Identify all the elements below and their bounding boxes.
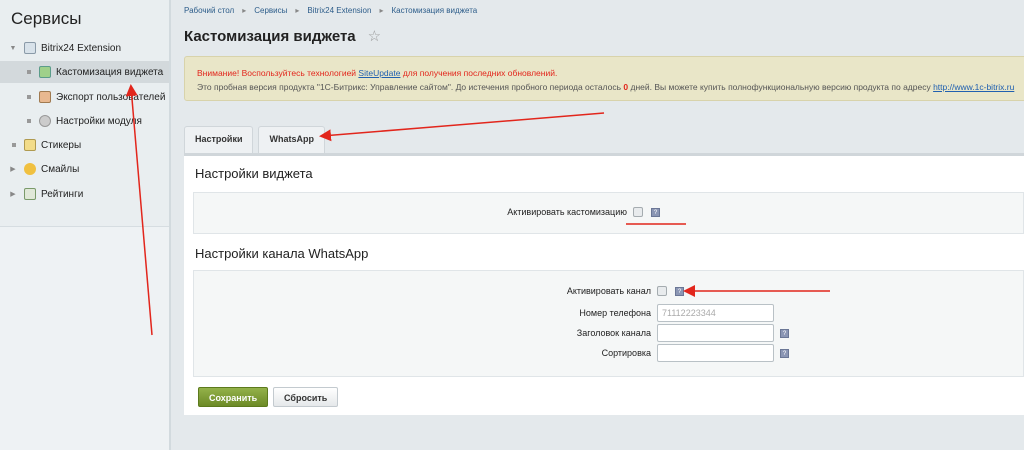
annotation-arrow (322, 113, 604, 136)
expand-triangle-icon[interactable]: ▼ (8, 45, 18, 52)
phone-input[interactable]: 71112223344 (657, 304, 774, 322)
sidebar-empty-area (0, 226, 169, 450)
page-title: Кастомизация виджета (184, 28, 356, 45)
section-title-whatsapp: Настройки канала WhatsApp (195, 246, 368, 261)
sidebar-item-label: Bitrix24 Extension (41, 43, 121, 54)
sort-input[interactable] (657, 344, 774, 362)
star-icon[interactable]: ☆ (368, 28, 381, 45)
sidebar-item-bitrix24-extension[interactable]: ▼ Bitrix24 Extension (0, 37, 169, 59)
users-export-icon (39, 91, 51, 103)
expand-triangle-icon[interactable]: ▶ (8, 165, 18, 173)
sidebar: Сервисы ▼ Bitrix24 Extension Кастомизация… (0, 0, 171, 450)
smiley-icon (24, 163, 36, 175)
widget-settings-box: Активировать кастомизацию ? (193, 192, 1024, 234)
bitrix24-calendar-icon (24, 42, 36, 54)
phone-label: Номер телефона (481, 308, 651, 318)
sidebar-item-export-users[interactable]: Экспорт пользователей (0, 86, 169, 108)
sidebar-item-label: Смайлы (41, 164, 79, 175)
breadcrumb-separator-icon: ▸ (242, 6, 246, 15)
expand-triangle-icon[interactable]: ▶ (8, 190, 18, 198)
sidebar-item-ratings[interactable]: ▶ Рейтинги (0, 183, 169, 205)
bullet-icon (27, 70, 31, 74)
sidebar-item-smiles[interactable]: ▶ Смайлы (0, 158, 169, 180)
chat-bubbles-icon (39, 66, 51, 78)
help-icon[interactable]: ? (780, 349, 789, 358)
buy-link[interactable]: http://www.1c-bitrix.ru (933, 82, 1014, 92)
trial-notice: Внимание! Воспользуйтесь технологией Sit… (184, 56, 1024, 101)
channel-header-label: Заголовок канала (481, 328, 651, 338)
section-title-widget: Настройки виджета (195, 166, 313, 181)
help-icon[interactable]: ? (675, 287, 684, 296)
bullet-icon (12, 143, 16, 147)
sidebar-item-label: Настройки модуля (56, 116, 142, 127)
activate-customization-label: Активировать кастомизацию (457, 207, 627, 217)
channel-header-input[interactable] (657, 324, 774, 342)
help-icon[interactable]: ? (780, 329, 789, 338)
gear-icon (39, 115, 51, 127)
sidebar-title: Сервисы (11, 9, 81, 29)
sidebar-item-label: Экспорт пользователей (56, 92, 165, 103)
help-icon[interactable]: ? (651, 208, 660, 217)
whatsapp-settings-box: Активировать канал? Номер телефона 711122… (193, 270, 1024, 377)
notice-warning-text: Внимание! Воспользуйтесь технологией (197, 68, 358, 78)
sidebar-item-module-settings[interactable]: Настройки модуля (0, 110, 169, 132)
rating-icon (24, 188, 36, 200)
breadcrumb-separator-icon: ▸ (379, 6, 383, 15)
bullet-icon (27, 119, 31, 123)
breadcrumb-link[interactable]: Рабочий стол (184, 6, 234, 15)
sidebar-item-label: Рейтинги (41, 189, 83, 200)
bullet-icon (27, 95, 31, 99)
breadcrumb-separator-icon: ▸ (295, 6, 299, 15)
sidebar-item-stickers[interactable]: Стикеры (0, 134, 169, 156)
reset-button[interactable]: Сбросить (273, 387, 338, 407)
sidebar-item-widget-customization[interactable]: Кастомизация виджета (0, 61, 169, 83)
activate-customization-checkbox[interactable] (633, 207, 643, 217)
sidebar-item-label: Кастомизация виджета (56, 67, 163, 78)
sort-label: Сортировка (481, 348, 651, 358)
sidebar-item-label: Стикеры (41, 140, 81, 151)
tab-whatsapp[interactable]: WhatsApp (258, 126, 325, 153)
breadcrumb: Рабочий стол ▸ Сервисы ▸ Bitrix24 Extension ▸… (184, 6, 477, 15)
breadcrumb-link[interactable]: Кастомизация виджета (391, 6, 477, 15)
tab-settings[interactable]: Настройки (184, 126, 253, 153)
breadcrumb-link[interactable]: Сервисы (254, 6, 287, 15)
settings-panel: Настройки виджета Активировать кастомиза… (184, 153, 1024, 415)
save-button[interactable]: Сохранить (198, 387, 268, 407)
notice-warning-text: для получения последних обновлений. (400, 68, 557, 78)
notice-trial-text: дней. Вы можете купить полнофункциональн… (628, 82, 933, 92)
sticker-icon (24, 139, 36, 151)
siteupdate-link[interactable]: SiteUpdate (358, 68, 400, 78)
activate-channel-label: Активировать канал (481, 286, 651, 296)
notice-trial-text: Это пробная версия продукта "1С-Битрикс:… (197, 82, 623, 92)
breadcrumb-link[interactable]: Bitrix24 Extension (307, 6, 371, 15)
activate-channel-checkbox[interactable] (657, 286, 667, 296)
